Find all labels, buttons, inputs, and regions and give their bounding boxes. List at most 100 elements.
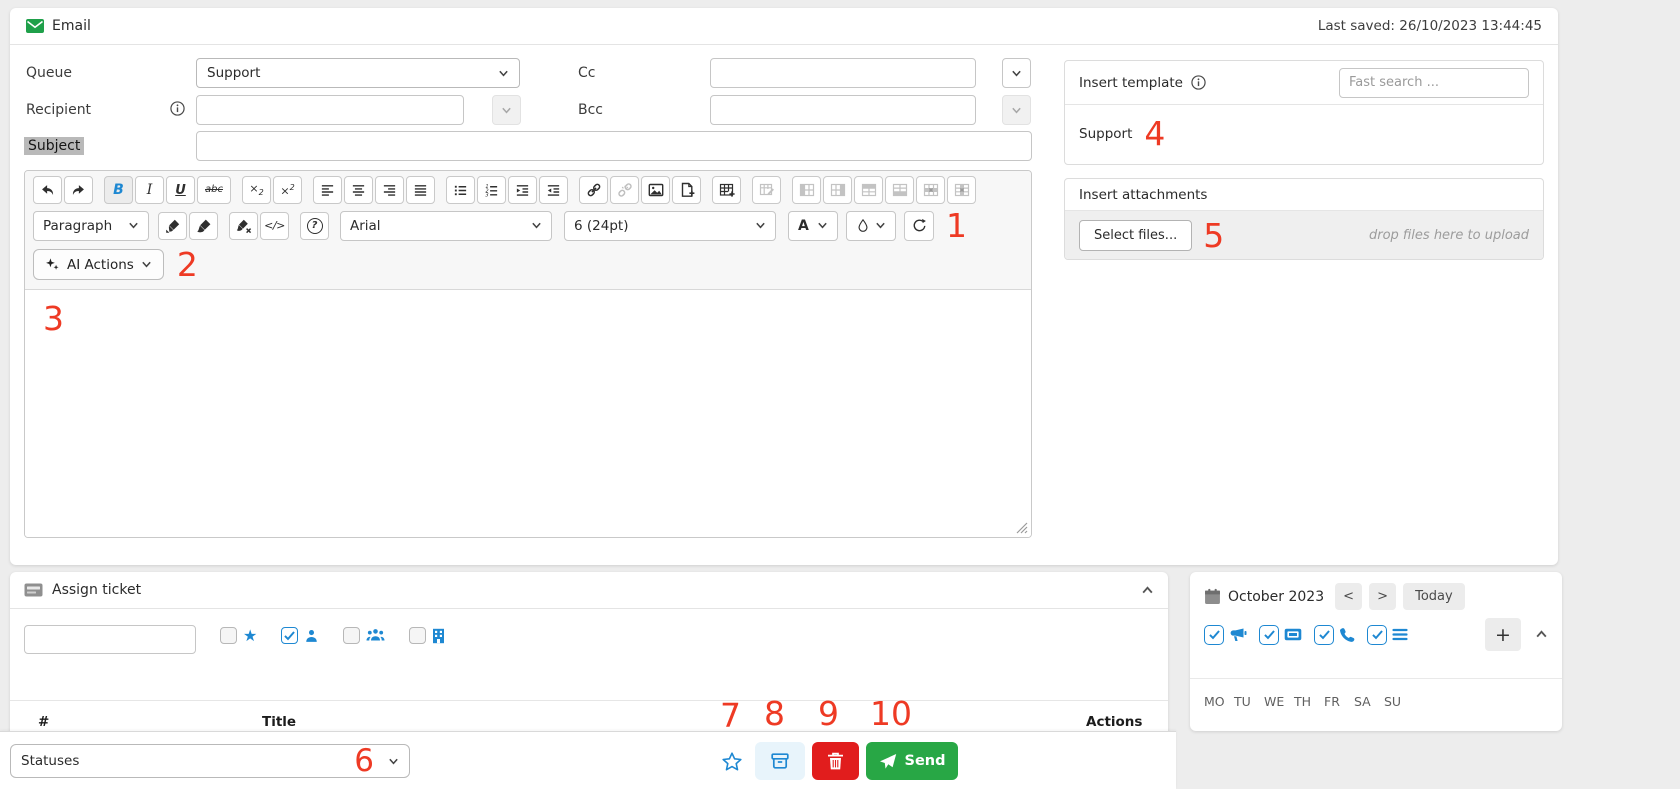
favorite-button[interactable] [718, 747, 746, 777]
remove-format-button[interactable] [229, 212, 258, 240]
background-color-select[interactable] [846, 211, 896, 241]
calendar-next-button[interactable]: > [1369, 583, 1396, 610]
subject-input[interactable] [196, 131, 1032, 161]
chevron-down-icon [755, 220, 766, 231]
align-right-button[interactable] [375, 176, 404, 204]
numbered-list-icon: 123 [484, 183, 499, 198]
filter-organization-tickets-checkbox[interactable] [409, 627, 445, 644]
insert-template-box: Insert template Support 4 [1064, 60, 1544, 165]
insert-table-button[interactable] [712, 176, 741, 204]
template-search-input[interactable] [1339, 68, 1529, 98]
numbered-list-button[interactable]: 123 [477, 176, 506, 204]
checkbox[interactable] [220, 627, 237, 644]
unlink-icon [617, 182, 633, 198]
weekday-label: TU [1234, 694, 1258, 709]
filter-group-tickets-checkbox[interactable] [343, 627, 385, 644]
phone-icon [1339, 627, 1355, 643]
indent-icon [515, 183, 530, 198]
checkbox[interactable] [409, 627, 426, 644]
refresh-button[interactable] [904, 211, 934, 241]
filter-favorites-checkbox[interactable]: ★ [220, 627, 257, 644]
align-justify-button[interactable] [406, 176, 435, 204]
checkbox[interactable] [343, 627, 360, 644]
column-right-icon [830, 182, 846, 198]
assign-collapse-button[interactable] [1141, 584, 1154, 597]
editor-body[interactable]: 3 [25, 290, 1031, 537]
calendar-collapse-button[interactable] [1533, 626, 1550, 643]
column-actions: Actions [1086, 714, 1142, 730]
ticket-filter-input[interactable] [24, 625, 196, 654]
underline-button[interactable]: U [166, 176, 195, 204]
copy-formatting-button[interactable] [158, 212, 187, 240]
annotation-7: 7 [720, 699, 741, 732]
calendar-filter-calls[interactable] [1314, 625, 1355, 645]
subscript-button[interactable]: ×2 [242, 176, 271, 204]
building-icon [432, 628, 445, 644]
ai-actions-button[interactable]: AI Actions [33, 249, 164, 280]
underline-icon: U [175, 184, 186, 197]
text-color-select[interactable]: A [788, 211, 838, 241]
trash-icon [827, 752, 844, 771]
checkbox-checked[interactable] [281, 627, 298, 644]
checkbox-checked[interactable] [1367, 625, 1387, 645]
annotation-5: 5 [1203, 219, 1224, 252]
calendar-filter-tasks[interactable] [1367, 625, 1408, 645]
cc-expand-button[interactable] [1002, 58, 1031, 88]
insert-image-button[interactable] [641, 176, 670, 204]
calendar-filter-tickets[interactable] [1259, 625, 1302, 645]
bcc-input[interactable] [710, 95, 976, 125]
resize-handle[interactable] [1016, 522, 1028, 534]
font-family-select[interactable]: Arial [340, 211, 552, 241]
send-plane-icon [879, 753, 897, 770]
annotation-6: 6 [354, 746, 374, 777]
archive-button[interactable] [755, 742, 805, 780]
paragraph-format-select[interactable]: Paragraph [33, 211, 149, 241]
filter-my-tickets-checkbox[interactable] [281, 627, 319, 644]
ai-sparkle-icon [45, 257, 60, 272]
link-icon [586, 182, 602, 198]
apply-formatting-button[interactable] [189, 212, 218, 240]
align-center-button[interactable] [344, 176, 373, 204]
row-above-icon [861, 182, 877, 198]
undo-button[interactable] [33, 176, 62, 204]
calendar-today-button[interactable]: Today [1403, 583, 1465, 610]
checkbox-checked[interactable] [1259, 625, 1279, 645]
italic-button[interactable]: I [135, 176, 164, 204]
source-code-button[interactable]: </> [260, 212, 289, 240]
footer-bar: Statuses 6 Send [0, 731, 1176, 789]
select-files-button[interactable]: Select files... [1079, 220, 1192, 251]
chevron-down-icon [875, 220, 886, 231]
recipient-input[interactable] [196, 95, 464, 125]
checkbox-checked[interactable] [1314, 625, 1334, 645]
weekday-label: WE [1264, 694, 1288, 709]
annotation-4: 4 [1144, 117, 1165, 150]
superscript-icon: ×2 [280, 184, 294, 197]
redo-button[interactable] [64, 176, 93, 204]
bold-button[interactable]: B [104, 176, 133, 204]
attachments-dropzone[interactable]: Select files... 5 drop files here to upl… [1065, 211, 1543, 259]
send-button[interactable]: Send [866, 742, 958, 780]
column-title: Title [262, 714, 296, 730]
chevron-down-icon [388, 756, 399, 767]
delete-button[interactable] [812, 742, 859, 780]
insert-document-button[interactable] [672, 176, 701, 204]
help-button[interactable]: ? [300, 212, 329, 240]
cc-input[interactable] [710, 58, 976, 88]
checkbox-checked[interactable] [1204, 625, 1224, 645]
template-item-support[interactable]: Support [1079, 126, 1132, 142]
align-left-button[interactable] [313, 176, 342, 204]
insert-attachments-box: Insert attachments Select files... 5 dro… [1064, 178, 1544, 260]
statuses-select[interactable]: Statuses 6 [10, 744, 410, 778]
calendar-filter-announcements[interactable] [1204, 625, 1247, 645]
outdent-button[interactable] [539, 176, 568, 204]
insert-link-button[interactable] [579, 176, 608, 204]
queue-select[interactable]: Support [196, 58, 520, 88]
strikethrough-button[interactable]: abc [197, 176, 231, 204]
superscript-button[interactable]: ×2 [273, 176, 302, 204]
bulleted-list-button[interactable] [446, 176, 475, 204]
calendar-prev-button[interactable]: < [1335, 583, 1362, 610]
last-saved-text: Last saved: 26/10/2023 13:44:45 [1318, 18, 1542, 34]
font-size-select[interactable]: 6 (24pt) [564, 211, 776, 241]
indent-button[interactable] [508, 176, 537, 204]
calendar-add-button[interactable]: + [1485, 618, 1521, 651]
